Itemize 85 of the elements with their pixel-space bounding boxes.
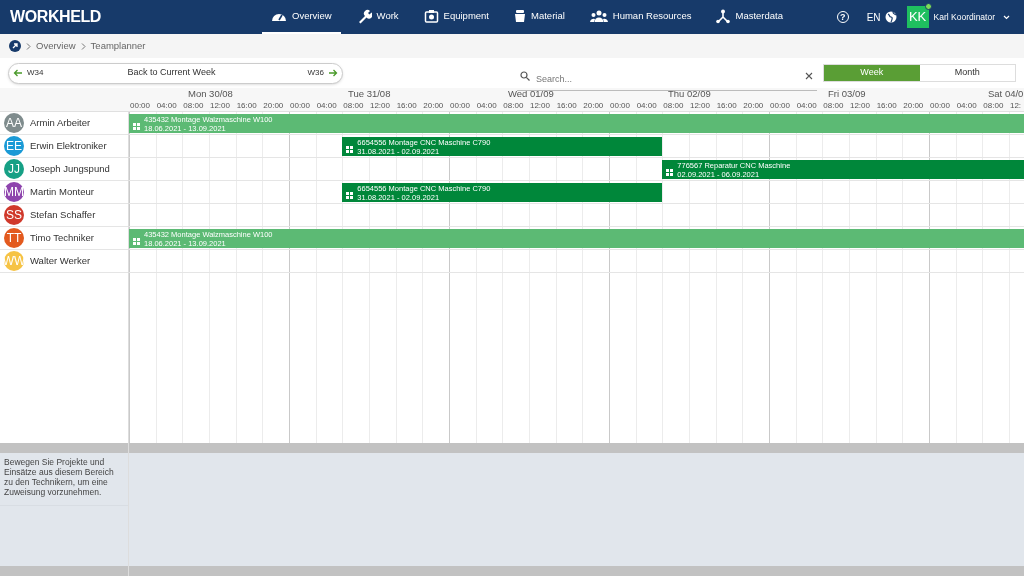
avatar: JJ xyxy=(4,159,24,179)
hour-label: 12: xyxy=(1008,100,1023,111)
people-icon xyxy=(589,10,608,22)
day-label: Sat 04/0 xyxy=(987,88,1024,100)
chevron-icon xyxy=(26,42,31,50)
grid-icon xyxy=(666,169,674,176)
technician-name[interactable]: Walter Werker xyxy=(30,253,91,269)
hour-label: 08:00 xyxy=(502,100,525,111)
hour-label: 04:00 xyxy=(475,100,498,111)
network-icon xyxy=(716,8,731,24)
grid-icon xyxy=(133,238,140,245)
grid-icon xyxy=(346,146,354,153)
avatar: SS xyxy=(4,205,24,225)
close-icon xyxy=(805,72,813,80)
hour-label: 04:00 xyxy=(635,100,658,111)
hour-label: 20:00 xyxy=(582,100,605,111)
user-name[interactable]: Karl Koordinator xyxy=(933,10,995,24)
technician-name[interactable]: Armin Arbeiter xyxy=(30,115,91,131)
caret-icon xyxy=(1003,14,1010,20)
avatar: AA xyxy=(4,113,24,133)
arrow-right-icon xyxy=(328,69,338,77)
hour-label: 20:00 xyxy=(262,100,285,111)
hour-label: 04:00 xyxy=(795,100,818,111)
day-label: Mon 30/08 xyxy=(187,88,234,100)
breadcrumb-link[interactable]: Teamplanner xyxy=(90,38,146,54)
hour-label: 00:00 xyxy=(289,100,312,111)
avatar: EE xyxy=(4,136,24,156)
current-week-button[interactable]: Back to Current Week xyxy=(43,66,308,80)
hour-label: 20:00 xyxy=(902,100,925,111)
hour-label: 08:00 xyxy=(822,100,845,111)
hour-label: 08:00 xyxy=(342,100,365,111)
hour-label: 12:00 xyxy=(208,100,231,111)
breadcrumb-link[interactable]: Overview xyxy=(36,38,76,54)
grid-icon xyxy=(346,192,354,199)
technician-name[interactable]: Timo Techniker xyxy=(30,230,94,246)
search-icon xyxy=(520,71,530,81)
hour-label: 08:00 xyxy=(982,100,1005,111)
hour-label: 00:00 xyxy=(129,100,152,111)
hour-label: 16:00 xyxy=(875,100,898,111)
nav-tab[interactable]: Masterdata xyxy=(707,0,792,34)
app-logo: WORKHELD xyxy=(10,8,101,25)
technician-name[interactable]: Martin Monteur xyxy=(30,184,94,200)
technician-name[interactable]: Joseph Jungspund xyxy=(30,161,110,177)
chevron-icon xyxy=(80,42,86,50)
day-label: Thu 02/09 xyxy=(667,88,712,100)
previous-week-button[interactable]: W34 xyxy=(13,67,44,79)
hour-label: 00:00 xyxy=(769,100,792,111)
arrow-left-icon xyxy=(13,69,23,77)
hour-label: 04:00 xyxy=(315,100,338,111)
hour-label: 20:00 xyxy=(422,100,445,111)
hour-label: 04:00 xyxy=(955,100,978,111)
hour-label: 00:00 xyxy=(449,100,472,111)
technician-name[interactable]: Stefan Schaffer xyxy=(30,207,96,223)
nav-tab[interactable]: Material xyxy=(505,0,574,34)
hour-label: 08:00 xyxy=(182,100,205,111)
hour-label: 04:00 xyxy=(155,100,178,111)
globe-icon xyxy=(884,11,897,23)
next-week-button[interactable]: W36 xyxy=(307,67,338,79)
hour-label: 20:00 xyxy=(742,100,765,111)
avatar: MM xyxy=(4,182,24,202)
technician-name[interactable]: Erwin Elektroniker xyxy=(30,138,107,154)
hour-label: 00:00 xyxy=(609,100,632,111)
hour-label: 12:00 xyxy=(688,100,711,111)
nav-tab[interactable]: Work xyxy=(347,0,408,34)
hour-label: 16:00 xyxy=(715,100,738,111)
hour-label: 08:00 xyxy=(662,100,685,111)
language-label[interactable]: EN xyxy=(866,9,881,25)
grid-icon xyxy=(133,123,140,130)
day-label: Wed 01/09 xyxy=(507,88,555,100)
avatar: TT xyxy=(4,228,24,248)
hour-label: 16:00 xyxy=(555,100,578,111)
hour-label: 12:00 xyxy=(848,100,871,111)
hour-label: 16:00 xyxy=(235,100,258,111)
nav-tab[interactable]: Human Resources xyxy=(580,0,701,34)
equipment-icon xyxy=(423,9,439,23)
home-logo-icon xyxy=(9,40,21,52)
hour-label: 12:00 xyxy=(368,100,391,111)
hour-label: 00:00 xyxy=(929,100,952,111)
hour-label: 16:00 xyxy=(395,100,418,111)
bucket-icon xyxy=(514,9,526,23)
pool-hint: Bewegen Sie Projekte und Einsätze aus diesem Bereich zu den Technikern, um eine Zuweisung vorzunehmen. xyxy=(0,453,128,506)
nav-tab[interactable]: Equipment xyxy=(414,0,498,34)
day-label: Tue 31/08 xyxy=(347,88,392,100)
hour-label: 12:00 xyxy=(528,100,551,111)
day-label: Fri 03/09 xyxy=(827,88,867,100)
